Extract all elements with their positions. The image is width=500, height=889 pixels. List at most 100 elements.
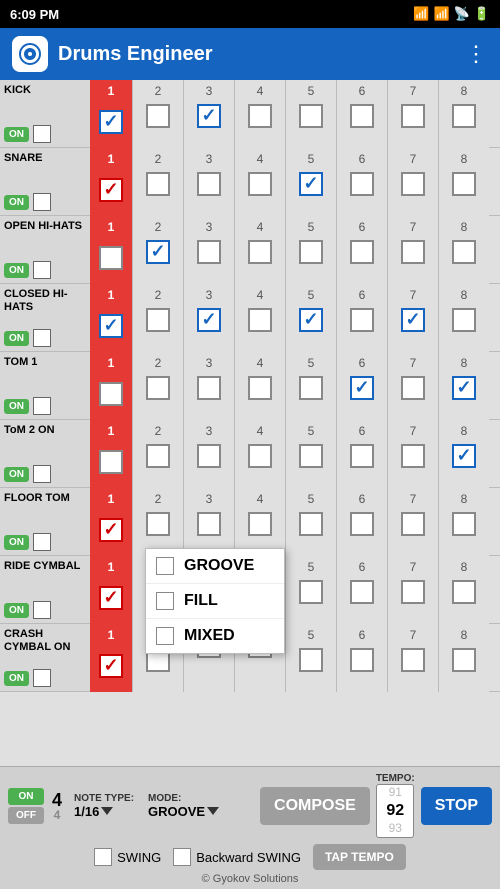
crash-cymbal-beat-5[interactable]: 5: [285, 624, 336, 692]
tom1-beat-5-check[interactable]: [299, 376, 323, 400]
open-hi-hats-beat-3-check[interactable]: [197, 240, 221, 264]
floor-tom-beat-6-check[interactable]: [350, 512, 374, 536]
open-hi-hats-mute-checkbox[interactable]: [33, 261, 51, 279]
closed-hi-hats-mute-checkbox[interactable]: [33, 329, 51, 347]
kick-on-button[interactable]: ON: [4, 127, 29, 142]
tom1-beat-4-check[interactable]: [248, 376, 272, 400]
tom2-beat-3-check[interactable]: [197, 444, 221, 468]
dropdown-mixed-checkbox[interactable]: [156, 627, 174, 645]
tom1-beat-8[interactable]: 8: [438, 352, 489, 420]
tom1-beat-2-check[interactable]: [146, 376, 170, 400]
tom1-beat-7-check[interactable]: [401, 376, 425, 400]
kick-beat-3-check[interactable]: [197, 104, 221, 128]
compose-button[interactable]: COMPOSE: [260, 787, 370, 825]
crash-cymbal-beat-7-check[interactable]: [401, 648, 425, 672]
global-off-button[interactable]: OFF: [8, 807, 44, 824]
dropdown-item-groove[interactable]: GROOVE: [146, 549, 284, 584]
tom2-beat-6[interactable]: 6: [336, 420, 387, 488]
tom1-beat-5[interactable]: 5: [285, 352, 336, 420]
tom1-beat-2[interactable]: 2: [132, 352, 183, 420]
open-hi-hats-beat-2[interactable]: 2: [132, 216, 183, 284]
kick-beat-6-check[interactable]: [350, 104, 374, 128]
mode-select[interactable]: GROOVE: [148, 804, 219, 819]
ride-cymbal-beat-5-check[interactable]: [299, 580, 323, 604]
open-hi-hats-beat-2-check[interactable]: [146, 240, 170, 264]
tom2-beat-4[interactable]: 4: [234, 420, 285, 488]
ride-cymbal-beat-1[interactable]: 1: [90, 556, 132, 624]
floor-tom-beat-5-check[interactable]: [299, 512, 323, 536]
open-hi-hats-beat-3[interactable]: 3: [183, 216, 234, 284]
open-hi-hats-beat-8[interactable]: 8: [438, 216, 489, 284]
open-hi-hats-on-button[interactable]: ON: [4, 263, 29, 278]
tom2-beat-5[interactable]: 5: [285, 420, 336, 488]
kick-beat-5[interactable]: 5: [285, 80, 336, 148]
snare-beat-5-check[interactable]: [299, 172, 323, 196]
floor-tom-beat-2-check[interactable]: [146, 512, 170, 536]
dropdown-item-mixed[interactable]: MIXED: [146, 619, 284, 653]
tom2-beat-1-check[interactable]: [99, 450, 123, 474]
open-hi-hats-beat-6[interactable]: 6: [336, 216, 387, 284]
mode-arrow[interactable]: [207, 807, 219, 815]
crash-cymbal-beat-6[interactable]: 6: [336, 624, 387, 692]
ride-cymbal-beat-8[interactable]: 8: [438, 556, 489, 624]
dropdown-fill-checkbox[interactable]: [156, 592, 174, 610]
kick-beat-7[interactable]: 7: [387, 80, 438, 148]
mode-dropdown[interactable]: GROOVE FILL MIXED: [145, 548, 285, 654]
closed-hi-hats-beat-8[interactable]: 8: [438, 284, 489, 352]
snare-beat-8-check[interactable]: [452, 172, 476, 196]
kick-beat-8-check[interactable]: [452, 104, 476, 128]
snare-beat-7-check[interactable]: [401, 172, 425, 196]
open-hi-hats-beat-7-check[interactable]: [401, 240, 425, 264]
ride-cymbal-beat-5[interactable]: 5: [285, 556, 336, 624]
tom2-beat-2[interactable]: 2: [132, 420, 183, 488]
tom2-on-button[interactable]: ON: [4, 467, 29, 482]
kick-beat-4-check[interactable]: [248, 104, 272, 128]
tom1-beat-6[interactable]: 6: [336, 352, 387, 420]
closed-hi-hats-beat-3-check[interactable]: [197, 308, 221, 332]
ride-cymbal-beat-6-check[interactable]: [350, 580, 374, 604]
ride-cymbal-beat-8-check[interactable]: [452, 580, 476, 604]
ride-cymbal-beat-6[interactable]: 6: [336, 556, 387, 624]
crash-cymbal-on-button[interactable]: ON: [4, 671, 29, 686]
floor-tom-beat-7[interactable]: 7: [387, 488, 438, 556]
kick-beat-7-check[interactable]: [401, 104, 425, 128]
open-hi-hats-beat-5-check[interactable]: [299, 240, 323, 264]
closed-hi-hats-beat-5-check[interactable]: [299, 308, 323, 332]
closed-hi-hats-beat-6[interactable]: 6: [336, 284, 387, 352]
kick-beat-1-check[interactable]: [99, 110, 123, 134]
crash-cymbal-beat-8-check[interactable]: [452, 648, 476, 672]
floor-tom-beat-4[interactable]: 4: [234, 488, 285, 556]
crash-cymbal-beat-1[interactable]: 1: [90, 624, 132, 692]
kick-beat-8[interactable]: 8: [438, 80, 489, 148]
tom1-beat-3[interactable]: 3: [183, 352, 234, 420]
snare-beat-6[interactable]: 6: [336, 148, 387, 216]
floor-tom-on-button[interactable]: ON: [4, 535, 29, 550]
kick-beat-3[interactable]: 3: [183, 80, 234, 148]
ride-cymbal-on-button[interactable]: ON: [4, 603, 29, 618]
ride-cymbal-mute-checkbox[interactable]: [33, 601, 51, 619]
floor-tom-beat-7-check[interactable]: [401, 512, 425, 536]
crash-cymbal-beat-7[interactable]: 7: [387, 624, 438, 692]
ride-cymbal-beat-7-check[interactable]: [401, 580, 425, 604]
tom2-beat-8-check[interactable]: [452, 444, 476, 468]
tom2-beat-5-check[interactable]: [299, 444, 323, 468]
closed-hi-hats-beat-6-check[interactable]: [350, 308, 374, 332]
floor-tom-beat-1[interactable]: 1: [90, 488, 132, 556]
floor-tom-beat-5[interactable]: 5: [285, 488, 336, 556]
tom1-beat-6-check[interactable]: [350, 376, 374, 400]
closed-hi-hats-beat-3[interactable]: 3: [183, 284, 234, 352]
tom1-beat-3-check[interactable]: [197, 376, 221, 400]
kick-beat-6[interactable]: 6: [336, 80, 387, 148]
crash-cymbal-beat-1-check[interactable]: [99, 654, 123, 678]
kick-beat-5-check[interactable]: [299, 104, 323, 128]
floor-tom-beat-4-check[interactable]: [248, 512, 272, 536]
tom1-beat-1-check[interactable]: [99, 382, 123, 406]
tom1-beat-8-check[interactable]: [452, 376, 476, 400]
crash-cymbal-beat-6-check[interactable]: [350, 648, 374, 672]
tom1-beat-7[interactable]: 7: [387, 352, 438, 420]
snare-beat-4-check[interactable]: [248, 172, 272, 196]
tom2-beat-3[interactable]: 3: [183, 420, 234, 488]
crash-cymbal-beat-5-check[interactable]: [299, 648, 323, 672]
open-hi-hats-beat-6-check[interactable]: [350, 240, 374, 264]
global-on-button[interactable]: ON: [8, 788, 44, 805]
